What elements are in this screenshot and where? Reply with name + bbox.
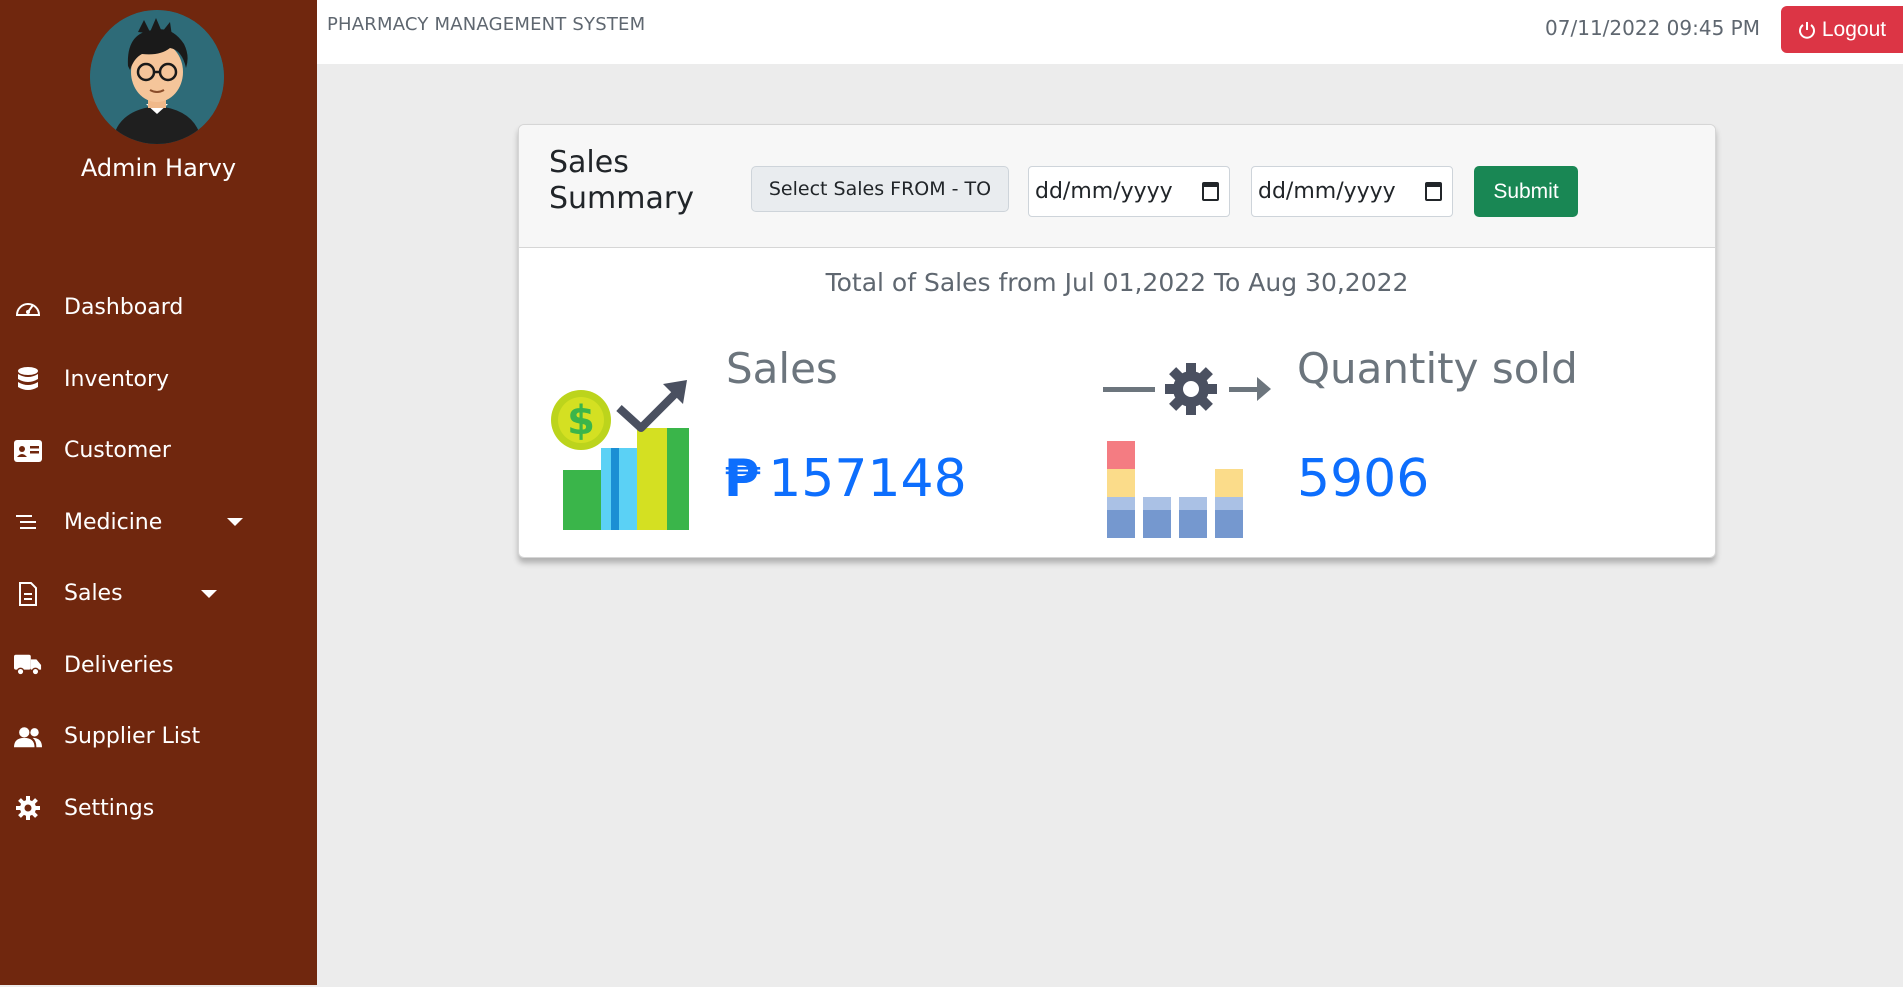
- sidebar-item-label: Medicine: [64, 509, 163, 535]
- truck-icon: [14, 651, 42, 679]
- sales-amount: 157148: [768, 449, 967, 509]
- from-date-input[interactable]: dd/mm/yyyy: [1028, 166, 1230, 217]
- sidebar-item-label: Inventory: [64, 366, 170, 392]
- from-date-placeholder: dd/mm/yyyy: [1035, 179, 1173, 204]
- range-label: Select Sales FROM - TO: [751, 166, 1009, 212]
- power-icon: [1798, 21, 1815, 39]
- database-icon: [14, 365, 42, 393]
- card-title: Sales Summary: [549, 145, 694, 216]
- list-icon: [14, 508, 42, 536]
- sidebar-nav: Dashboard Inventory Customer Medicine Sa…: [0, 272, 317, 844]
- sidebar-item-label: Sales: [64, 581, 123, 607]
- sales-value: ₱ 157148: [724, 449, 967, 509]
- sales-summary-card: Sales Summary Select Sales FROM - TO dd/…: [518, 124, 1716, 558]
- sidebar-item-settings[interactable]: Settings: [0, 773, 317, 845]
- sidebar-item-deliveries[interactable]: Deliveries: [0, 630, 317, 702]
- sidebar-item-label: Settings: [64, 795, 155, 821]
- total-sales-range: Total of Sales from Jul 01,2022 To Aug 3…: [825, 268, 1409, 297]
- avatar: [90, 10, 224, 144]
- sales-label: Sales: [726, 344, 838, 393]
- quantity-label: Quantity sold: [1297, 344, 1578, 393]
- sidebar-item-medicine[interactable]: Medicine: [0, 487, 317, 559]
- sidebar-item-dashboard[interactable]: Dashboard: [0, 272, 317, 344]
- submit-button[interactable]: Submit: [1474, 166, 1578, 217]
- sidebar: Admin Harvy Dashboard Inventory Customer…: [0, 0, 317, 985]
- to-date-input[interactable]: dd/mm/yyyy: [1251, 166, 1453, 217]
- sidebar-item-customer[interactable]: Customer: [0, 415, 317, 487]
- to-date-placeholder: dd/mm/yyyy: [1258, 179, 1396, 204]
- gear-icon: [14, 794, 42, 822]
- sales-growth-icon: $: [549, 370, 695, 534]
- logout-label: Logout: [1821, 17, 1887, 41]
- svg-text:$: $: [567, 398, 595, 444]
- sidebar-item-label: Deliveries: [64, 652, 174, 678]
- sidebar-item-inventory[interactable]: Inventory: [0, 344, 317, 416]
- sidebar-item-label: Dashboard: [64, 295, 184, 321]
- users-icon: [14, 723, 42, 751]
- card-header: Sales Summary Select Sales FROM - TO dd/…: [519, 125, 1715, 248]
- admin-name: Admin Harvy: [80, 154, 237, 182]
- quantity-value: 5906: [1297, 449, 1430, 509]
- peso-sign: ₱: [724, 449, 761, 509]
- document-icon: [14, 580, 42, 608]
- logout-button[interactable]: Logout: [1781, 6, 1903, 53]
- app-title: PHARMACY MANAGEMENT SYSTEM: [327, 14, 646, 35]
- sidebar-item-supplier-list[interactable]: Supplier List: [0, 701, 317, 773]
- sidebar-item-label: Supplier List: [64, 724, 201, 750]
- chevron-down-icon[interactable]: [200, 589, 217, 598]
- sidebar-item-label: Customer: [64, 438, 171, 464]
- id-card-icon: [14, 437, 42, 465]
- sidebar-item-sales[interactable]: Sales: [0, 558, 317, 630]
- bar-base: [1107, 510, 1249, 538]
- calendar-icon[interactable]: [1202, 182, 1219, 201]
- datetime-display: 07/11/2022 09:45 PM: [1545, 16, 1760, 40]
- calendar-icon[interactable]: [1425, 182, 1442, 201]
- speedometer-icon: [14, 294, 42, 322]
- top-bar: PHARMACY MANAGEMENT SYSTEM 07/11/2022 09…: [317, 0, 1903, 64]
- chevron-down-icon[interactable]: [227, 518, 244, 527]
